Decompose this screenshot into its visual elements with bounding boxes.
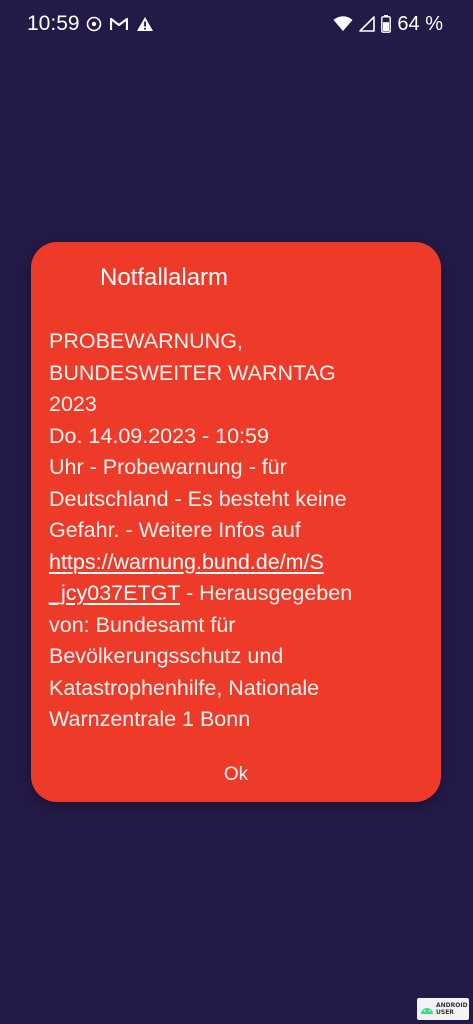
battery-icon bbox=[381, 15, 392, 33]
logo-text: ANDROID USER bbox=[436, 1002, 468, 1016]
status-right: 64 % bbox=[333, 12, 443, 36]
wifi-icon bbox=[333, 16, 353, 32]
message-line: Deutschland - Es besteht keine bbox=[49, 486, 347, 511]
warning-link-part-2[interactable]: _jcy037ETGT bbox=[49, 581, 180, 605]
status-bar: 10:59 64 % bbox=[0, 0, 473, 48]
message-line: Katastrophenhilfe, Nationale bbox=[49, 675, 320, 700]
message-line: Warnzentrale 1 Bonn bbox=[49, 707, 251, 731]
alert-message: PROBEWARNUNG, BUNDESWEITER WARNTAG 2023 … bbox=[49, 326, 429, 736]
message-line: Uhr - Probewarnung - für bbox=[49, 455, 287, 479]
message-line: Bevölkerungsschutz und bbox=[49, 644, 284, 668]
alert-icon bbox=[136, 16, 154, 32]
message-line: von: Bundesamt für bbox=[49, 612, 236, 637]
message-line: _jcy037ETGT - Herausgegeben bbox=[49, 578, 429, 610]
message-text: - Herausgegeben bbox=[180, 581, 353, 605]
warning-link-part-1[interactable]: https://warnung.bund.de/m/S bbox=[49, 550, 324, 574]
cell-signal-icon bbox=[359, 16, 376, 32]
message-line: PROBEWARNUNG, bbox=[49, 329, 243, 353]
emergency-alert-dialog: Notfallalarm PROBEWARNUNG, BUNDESWEITER … bbox=[31, 242, 441, 802]
notification-icons bbox=[86, 14, 154, 34]
battery-percent: 64 % bbox=[397, 13, 443, 35]
status-time: 10:59 bbox=[27, 12, 80, 35]
gmail-icon bbox=[110, 17, 128, 31]
android-user-logo: ANDROID USER bbox=[417, 998, 469, 1020]
message-line: Do. 14.09.2023 - 10:59 bbox=[49, 423, 269, 448]
android-logo-icon bbox=[420, 1003, 434, 1015]
message-line: https://warnung.bund.de/m/S bbox=[49, 547, 429, 579]
ok-button[interactable]: Ok bbox=[211, 760, 261, 790]
logo-text-line: USER bbox=[436, 1009, 454, 1016]
message-line: BUNDESWEITER WARNTAG bbox=[49, 360, 336, 385]
logo-text-line: ANDROID bbox=[436, 1002, 468, 1009]
message-line: Gefahr. - Weitere Infos auf bbox=[49, 518, 301, 542]
dialog-title: Notfallalarm bbox=[100, 264, 229, 291]
message-line: 2023 bbox=[49, 392, 97, 416]
focus-icon bbox=[86, 16, 102, 32]
